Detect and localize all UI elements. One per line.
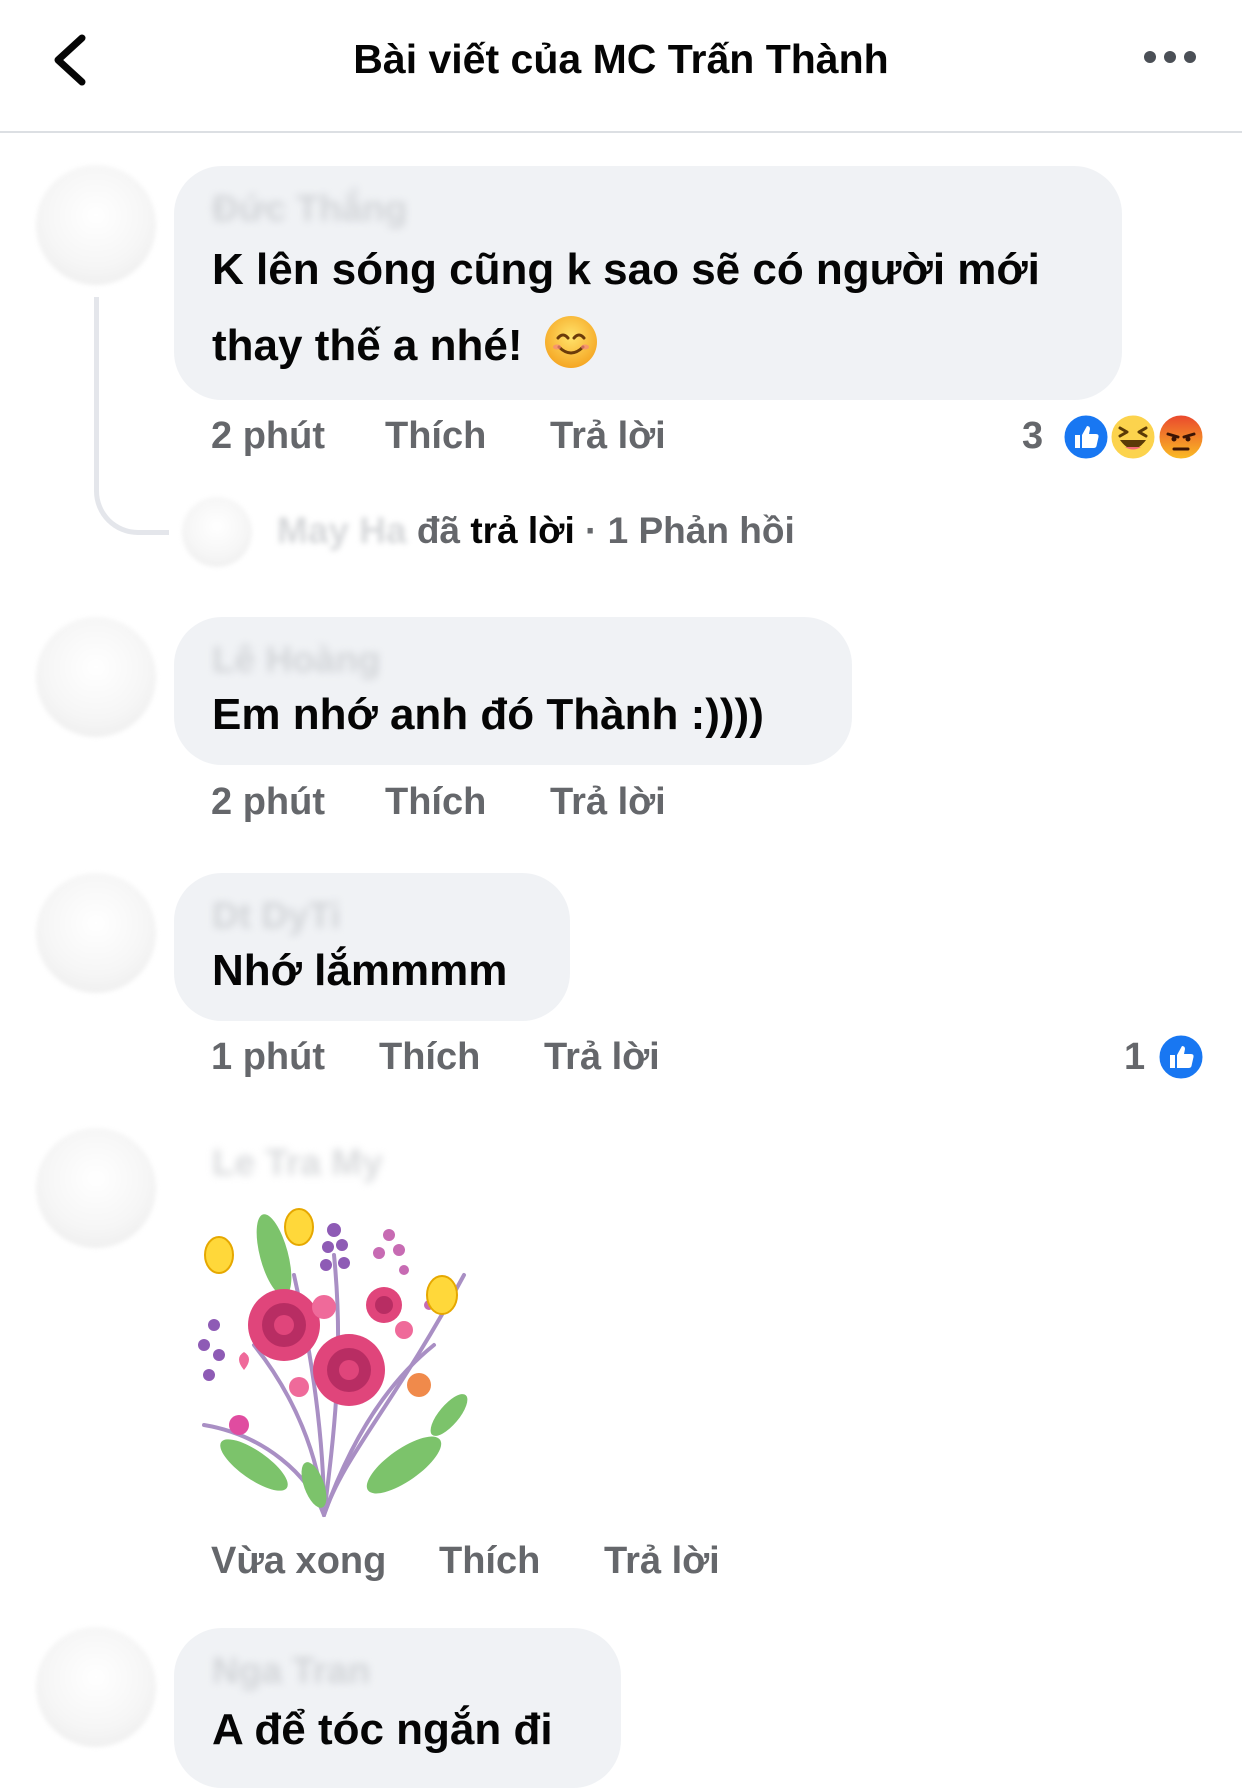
reply-summary-text: May Ha đã trả lời · 1 Phản hồi: [277, 510, 795, 552]
comment-time: Vừa xong: [211, 1540, 387, 1582]
avatar[interactable]: [36, 617, 156, 737]
more-options-button[interactable]: [1140, 42, 1200, 72]
like-reaction-icon: [1061, 412, 1111, 462]
page-title: Bài viết của MC Trấn Thành: [353, 36, 889, 82]
like-button[interactable]: Thích: [439, 1540, 540, 1583]
avatar[interactable]: [36, 873, 156, 993]
like-button[interactable]: Thích: [385, 415, 486, 458]
comment-time: 2 phút: [211, 415, 325, 457]
like-reaction-icon: [1156, 1032, 1206, 1082]
comment-author[interactable]: Le Tra My: [212, 1142, 383, 1184]
reply-count: · 1 Phản hồi: [585, 510, 795, 551]
avatar[interactable]: [36, 1128, 156, 1248]
reply-button[interactable]: Trả lời: [550, 781, 666, 824]
comment-bubble[interactable]: Nga Tran A để tóc ngắn đi: [174, 1628, 621, 1788]
more-horizontal-icon: [1144, 51, 1196, 63]
reaction-count: 3: [1022, 415, 1044, 457]
reply-thread-line: [94, 297, 169, 535]
haha-reaction-icon: [1108, 412, 1158, 462]
reply-button[interactable]: Trả lời: [550, 415, 666, 458]
reaction-count: 1: [1124, 1036, 1146, 1078]
angry-reaction-icon: [1156, 412, 1206, 462]
avatar: [182, 497, 252, 567]
comment-author[interactable]: Lê Hoàng: [212, 639, 381, 681]
top-bar: Bài viết của MC Trấn Thành: [0, 0, 1242, 133]
reply-verb-prefix: đã: [416, 510, 461, 551]
comment-text-line: K lên sóng cũng k sao sẽ có người mới: [212, 245, 1040, 294]
reply-author: May Ha: [277, 510, 407, 551]
comment-bubble[interactable]: Lê Hoàng Em nhớ anh đó Thành :)))): [174, 617, 852, 765]
like-button[interactable]: Thích: [385, 781, 486, 824]
smiling-face-emoji: [544, 316, 597, 368]
comment-time: 2 phút: [211, 781, 325, 823]
comment-author[interactable]: Nga Tran: [212, 1650, 370, 1692]
avatar[interactable]: [36, 1627, 156, 1747]
comment-text: Em nhớ anh đó Thành :)))): [212, 690, 764, 739]
avatar[interactable]: [36, 165, 156, 285]
reply-verb: trả lời: [470, 510, 575, 551]
comment-bubble[interactable]: Đức Thắng K lên sóng cũng k sao sẽ có ng…: [174, 166, 1122, 400]
comment-author[interactable]: Đức Thắng: [212, 188, 407, 230]
comment-text: Nhớ lắmmmm: [212, 946, 508, 995]
comment-author[interactable]: Dt DyTi: [212, 895, 341, 937]
comment-text: A để tóc ngắn đi: [212, 1705, 553, 1754]
like-button[interactable]: Thích: [379, 1036, 480, 1079]
reply-button[interactable]: Trả lời: [604, 1540, 720, 1583]
comment-time: 1 phút: [211, 1036, 325, 1078]
comment-text-line-2: thay thế a nhé!: [212, 321, 523, 370]
comment-bubble[interactable]: Dt DyTi Nhớ lắmmmm: [174, 873, 570, 1021]
comment-text-line: thay thế a nhé!: [212, 308, 599, 384]
reply-button[interactable]: Trả lời: [544, 1036, 660, 1079]
flower-bouquet-sticker[interactable]: [174, 1195, 504, 1525]
